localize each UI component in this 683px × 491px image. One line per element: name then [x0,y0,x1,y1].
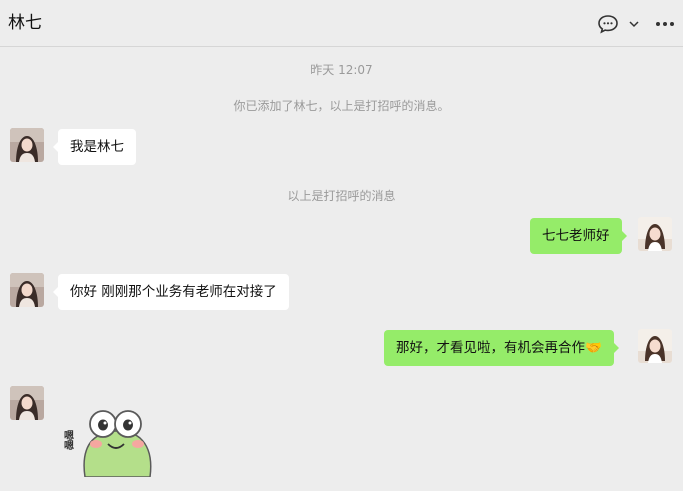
contact-avatar[interactable] [10,386,44,420]
more-icon[interactable] [655,21,675,27]
message-bubble[interactable]: 我是林七 [53,129,136,165]
header-actions [597,14,675,34]
chat-header: 林七 [0,0,683,47]
message-list[interactable]: 昨天 12:07 你已添加了林七，以上是打招呼的消息。 我是林七 以上是打招呼的… [0,47,683,491]
message-bubble[interactable]: 那好，才看见啦，有机会再合作🤝 [384,330,619,366]
self-avatar[interactable] [638,329,672,363]
contact-avatar[interactable] [10,273,44,307]
frog-sticker[interactable]: 嗯嗯 [60,402,160,478]
chat-bubble-icon[interactable] [597,14,619,34]
message-bubble[interactable]: 七七老师好 [530,218,626,254]
chevron-down-icon[interactable] [629,20,639,28]
self-avatar[interactable] [638,217,672,251]
sticker-text-1: 嗯嗯 [62,430,74,450]
chat-title: 林七 [8,13,42,33]
message-bubble[interactable]: 你好 刚刚那个业务有老师在对接了 [53,274,289,310]
added-notice: 你已添加了林七，以上是打招呼的消息。 [233,99,450,113]
contact-avatar[interactable] [10,128,44,162]
timestamp: 昨天 12:07 [310,63,373,77]
greeting-notice: 以上是打招呼的消息 [287,189,396,203]
